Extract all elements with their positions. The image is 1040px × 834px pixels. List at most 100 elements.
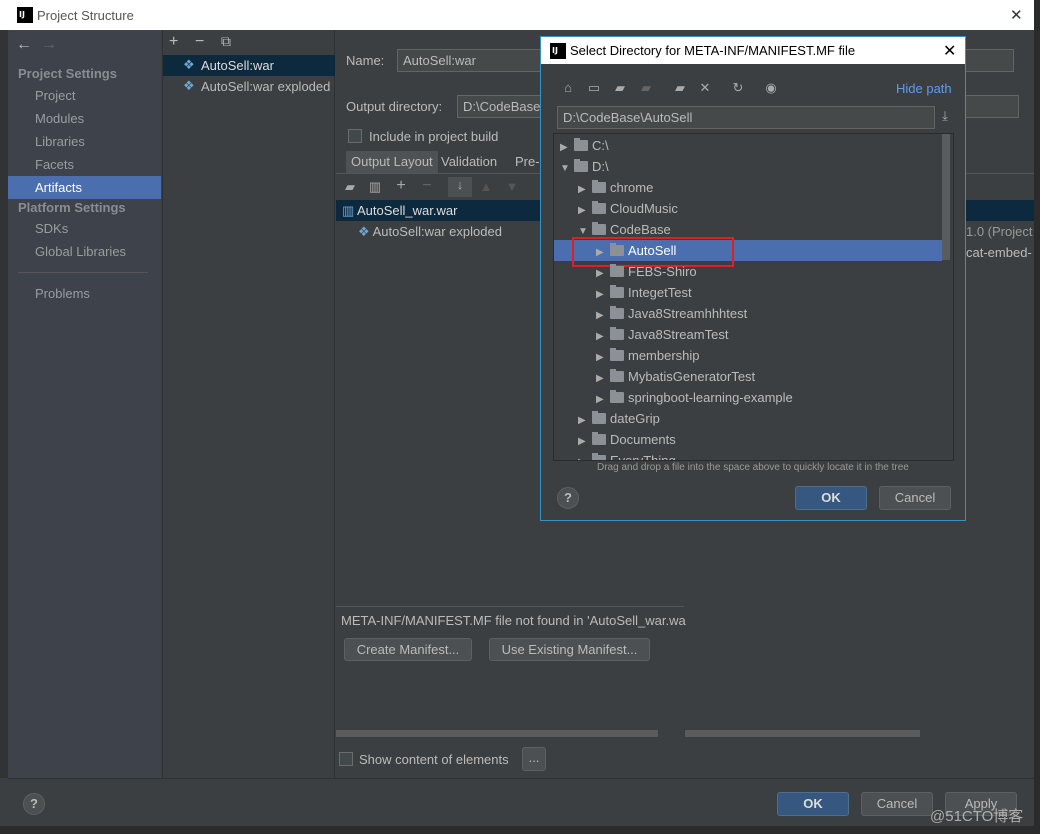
- show-content-checkbox[interactable]: [339, 752, 353, 766]
- move-up-icon[interactable]: ▲: [474, 179, 498, 194]
- collapse-arrow-icon[interactable]: ▼: [560, 158, 574, 179]
- tree-node[interactable]: ▶ Java8Streamhhhtest: [554, 303, 944, 324]
- tree-node[interactable]: ▶ MybatisGeneratorTest: [554, 366, 944, 387]
- expand-arrow-icon[interactable]: ▶: [596, 284, 610, 305]
- expand-arrow-icon[interactable]: ▶: [560, 137, 574, 158]
- archive-icon[interactable]: ▥: [363, 179, 387, 195]
- tree-node[interactable]: ▶ dateGrip: [554, 408, 944, 429]
- more-button[interactable]: ...: [522, 747, 546, 771]
- drag-drop-hint: Drag and drop a file into the space abov…: [597, 462, 909, 473]
- tree-node-label: Java8StreamTest: [628, 327, 729, 342]
- available-element-text: cat-embed-: [966, 245, 1032, 260]
- path-field[interactable]: D:\CodeBase\AutoSell: [557, 106, 935, 129]
- download-icon[interactable]: ⤓: [933, 108, 957, 124]
- tree-node[interactable]: ▶ springboot-learning-example: [554, 387, 944, 408]
- module-folder-icon[interactable]: ▰: [634, 80, 658, 96]
- tree-node[interactable]: ▼ D:\: [554, 156, 944, 177]
- folder-icon: [574, 138, 588, 151]
- cancel-button[interactable]: Cancel: [861, 792, 933, 816]
- refresh-icon[interactable]: ↻: [726, 80, 750, 96]
- tree-node-label: membership: [628, 348, 700, 363]
- expand-arrow-icon[interactable]: ▶: [578, 452, 592, 460]
- expand-arrow-icon[interactable]: ▶: [596, 263, 610, 284]
- sidebar-item-sdks[interactable]: SDKs: [35, 221, 68, 236]
- tree-node-label: CodeBase: [610, 222, 671, 237]
- copy-artifact-button[interactable]: ⧉: [221, 33, 231, 50]
- tree-node[interactable]: ▶ CloudMusic: [554, 198, 944, 219]
- expand-arrow-icon[interactable]: ▶: [596, 326, 610, 347]
- tree-node-label: MybatisGeneratorTest: [628, 369, 756, 384]
- tree-node[interactable]: ▶ EveryThing: [554, 450, 944, 461]
- tree-node[interactable]: ▶ Documents: [554, 429, 944, 450]
- tree-node[interactable]: ▶ IntegetTest: [554, 282, 944, 303]
- title-bar: IJ Project Structure ✕: [0, 0, 1034, 30]
- remove-artifact-button[interactable]: −: [195, 33, 204, 51]
- new-folder-icon[interactable]: ▰: [668, 80, 692, 96]
- artifact-item-exploded[interactable]: ❖ AutoSell:war exploded: [163, 76, 335, 97]
- tab-output-layout[interactable]: Output Layout: [346, 151, 438, 173]
- tree-node-label: D:\: [592, 159, 609, 174]
- expand-arrow-icon[interactable]: ▶: [578, 179, 592, 200]
- sidebar-item-global-libraries[interactable]: Global Libraries: [35, 244, 126, 259]
- forward-button[interactable]: →: [41, 36, 57, 54]
- ok-button[interactable]: OK: [777, 792, 849, 816]
- close-window-button[interactable]: ✕: [1010, 6, 1023, 24]
- use-existing-manifest-button[interactable]: Use Existing Manifest...: [489, 638, 650, 661]
- hide-path-link[interactable]: Hide path: [896, 81, 952, 96]
- expand-arrow-icon[interactable]: ▶: [596, 305, 610, 326]
- delete-icon[interactable]: ✕: [693, 80, 717, 96]
- remove-element-icon[interactable]: −: [415, 177, 439, 195]
- home-icon[interactable]: ⌂: [556, 80, 580, 95]
- folder-icon: [610, 327, 624, 340]
- tree-node[interactable]: ▶ Java8StreamTest: [554, 324, 944, 345]
- sidebar-item-problems[interactable]: Problems: [35, 286, 90, 301]
- layout-item-exploded[interactable]: ❖ AutoSell:war exploded: [358, 224, 502, 240]
- sidebar-item-modules[interactable]: Modules: [8, 107, 161, 130]
- tree-node[interactable]: ▶ C:\: [554, 135, 944, 156]
- sidebar-item-project[interactable]: Project: [8, 84, 161, 107]
- expand-arrow-icon[interactable]: ▶: [596, 389, 610, 410]
- show-hidden-icon[interactable]: ◉: [759, 80, 783, 96]
- tree-node-label: EveryThing: [610, 453, 676, 461]
- expand-arrow-icon[interactable]: ▶: [596, 347, 610, 368]
- tab-validation[interactable]: Validation: [441, 151, 497, 173]
- folder-icon: [592, 180, 606, 193]
- manifest-missing-message: META-INF/MANIFEST.MF file not found in '…: [341, 613, 686, 628]
- sidebar-item-artifacts[interactable]: Artifacts: [8, 176, 161, 199]
- dialog-title-bar: IJ Select Directory for META-INF/MANIFES…: [541, 37, 965, 64]
- dialog-cancel-button[interactable]: Cancel: [879, 486, 951, 510]
- name-label: Name:: [346, 53, 385, 68]
- dialog-help-button[interactable]: ?: [557, 487, 579, 509]
- horizontal-scrollbar[interactable]: [336, 730, 658, 737]
- tab-pre-processing[interactable]: Pre-: [515, 151, 540, 173]
- dialog-ok-button[interactable]: OK: [795, 486, 867, 510]
- sidebar-item-facets[interactable]: Facets: [8, 153, 161, 176]
- project-folder-icon[interactable]: ▰: [608, 80, 632, 96]
- folder-icon: [592, 201, 606, 214]
- sidebar-item-libraries[interactable]: Libraries: [8, 130, 161, 153]
- create-manifest-button[interactable]: Create Manifest...: [344, 638, 472, 661]
- back-button[interactable]: ←: [16, 36, 32, 54]
- artifact-item-war[interactable]: ❖ AutoSell:war: [163, 55, 335, 76]
- horizontal-scrollbar[interactable]: [685, 730, 920, 737]
- add-artifact-button[interactable]: +: [169, 33, 178, 51]
- tree-node[interactable]: ▶ chrome: [554, 177, 944, 198]
- expand-arrow-icon[interactable]: ▶: [596, 368, 610, 389]
- sort-icon[interactable]: ↓: [448, 177, 472, 197]
- expand-arrow-icon[interactable]: ▶: [578, 410, 592, 431]
- include-in-build-checkbox[interactable]: [348, 129, 362, 143]
- close-dialog-button[interactable]: ✕: [943, 41, 956, 61]
- expand-arrow-icon[interactable]: ▶: [578, 200, 592, 221]
- tree-node[interactable]: ▶ FEBS-Shiro: [554, 261, 944, 282]
- desktop-icon[interactable]: ▭: [582, 80, 606, 96]
- available-element-text: 1.0 (Project: [966, 224, 1033, 239]
- window-title: Project Structure: [37, 8, 134, 23]
- tree-node[interactable]: ▶ AutoSell: [554, 237, 942, 267]
- help-button[interactable]: ?: [23, 793, 45, 815]
- new-directory-icon[interactable]: ▰: [338, 179, 362, 195]
- tree-node[interactable]: ▶ membership: [554, 345, 944, 366]
- move-down-icon[interactable]: ▼: [500, 179, 524, 194]
- expand-arrow-icon[interactable]: ▶: [578, 431, 592, 452]
- add-element-icon[interactable]: +: [389, 177, 413, 195]
- folder-icon: [610, 369, 624, 382]
